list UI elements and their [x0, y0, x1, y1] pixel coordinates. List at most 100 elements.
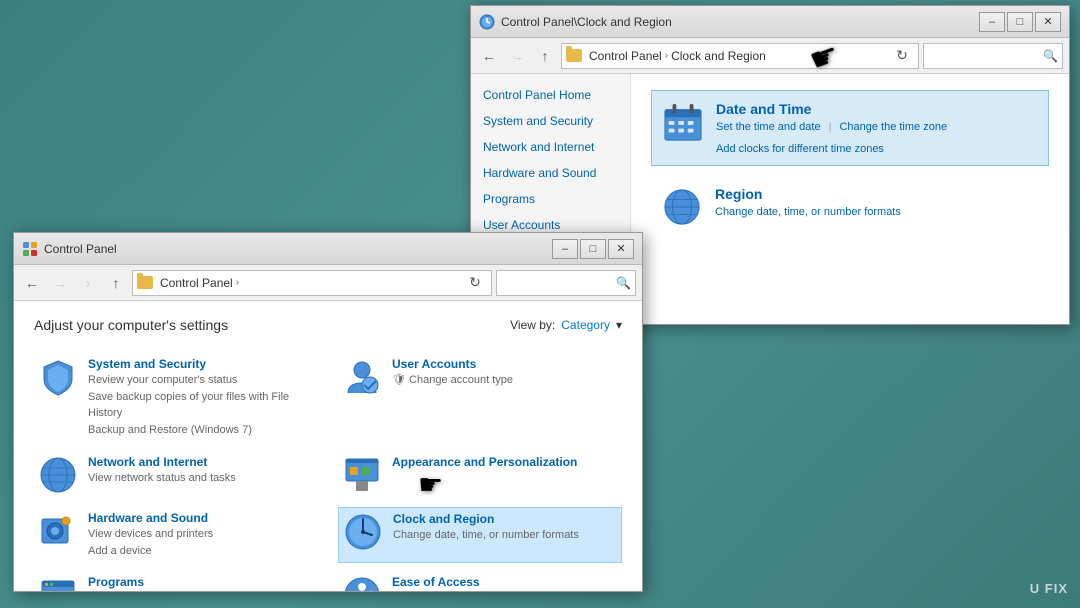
- cp-minimize-button[interactable]: –: [552, 239, 578, 259]
- cp-programs-text: Programs Uninstall a program: [88, 575, 314, 591]
- clock-region-title-bar: Control Panel\Clock and Region – □ ✕: [471, 6, 1069, 38]
- cr-title-bar-buttons: – □ ✕: [979, 12, 1061, 32]
- cp-appearance-text: Appearance and Personalization: [392, 455, 618, 469]
- cr-set-time-link[interactable]: Set the time and date: [716, 121, 821, 135]
- cr-up-button[interactable]: ↑: [533, 44, 557, 68]
- cp-ease-icon: [342, 575, 382, 591]
- cp-header: Adjust your computer's settings View by:…: [34, 317, 622, 333]
- cp-maximize-button[interactable]: □: [580, 239, 606, 259]
- cr-search-box[interactable]: 🔍: [923, 43, 1063, 69]
- cp-network-title[interactable]: Network and Internet: [88, 455, 314, 469]
- cr-region-formats-link[interactable]: Change date, time, or number formats: [715, 206, 901, 218]
- cr-date-time-links: Set the time and date | Change the time …: [716, 121, 1038, 155]
- cr-window-title: Control Panel\Clock and Region: [501, 15, 979, 29]
- cr-sidebar-network-internet[interactable]: Network and Internet: [471, 134, 630, 160]
- cp-view-by-value[interactable]: Category: [561, 318, 610, 332]
- cr-region-content: Region Change date, time, or number form…: [715, 186, 901, 218]
- control-panel-window: Control Panel – □ ✕ ← → › ↑ Control Pane…: [13, 232, 643, 592]
- cp-back-button[interactable]: ←: [20, 271, 44, 295]
- cp-search-icon[interactable]: 🔍: [616, 276, 631, 290]
- cp-main-panel: Adjust your computer's settings View by:…: [14, 301, 642, 591]
- cp-system-security-title[interactable]: System and Security: [88, 357, 314, 371]
- cp-clock-region-text: Clock and Region Change date, time, or n…: [393, 512, 617, 543]
- cp-system-security-sub1: Review your computer's status: [88, 373, 314, 388]
- cp-network-text: Network and Internet View network status…: [88, 455, 314, 486]
- cp-breadcrumb: Control Panel ›: [137, 276, 300, 290]
- cr-sidebar-hardware-sound[interactable]: Hardware and Sound: [471, 160, 630, 186]
- cp-address-input[interactable]: [300, 276, 463, 290]
- cr-sidebar-programs[interactable]: Programs: [471, 186, 630, 212]
- cp-user-accounts-item[interactable]: User Accounts 🛡 Change account type: [338, 353, 622, 443]
- cp-view-by: View by: Category ▾: [510, 318, 622, 332]
- cp-programs-title[interactable]: Programs: [88, 575, 314, 589]
- cr-region-item[interactable]: Region Change date, time, or number form…: [651, 176, 1049, 238]
- cr-address-bar[interactable]: Control Panel › Clock and Region ↻: [561, 43, 919, 69]
- cr-date-time-icon: [662, 101, 704, 143]
- cp-network-sub1: View network status and tasks: [88, 471, 314, 486]
- cp-folder-icon: [137, 276, 153, 289]
- cr-minimize-button[interactable]: –: [979, 12, 1005, 32]
- cp-globe-icon: [38, 455, 78, 495]
- cp-forward2-button[interactable]: ›: [76, 271, 100, 295]
- cp-ease-text: Ease of Access Let Windows suggest setti…: [392, 575, 618, 591]
- cr-search-icon[interactable]: 🔍: [1043, 49, 1058, 63]
- cr-date-time-content: Date and Time Set the time and date | Ch…: [716, 101, 1038, 155]
- cp-title-bar-buttons: – □ ✕: [552, 239, 634, 259]
- cp-forward-button[interactable]: →: [48, 271, 72, 295]
- cp-refresh-button[interactable]: ↻: [463, 271, 487, 295]
- cp-window-title: Control Panel: [44, 242, 552, 256]
- cr-main-content: Date and Time Set the time and date | Ch…: [631, 74, 1069, 324]
- cr-add-clocks-link[interactable]: Add clocks for different time zones: [716, 143, 884, 155]
- cp-hardware-item[interactable]: Hardware and Sound View devices and prin…: [34, 507, 318, 564]
- cp-view-by-label: View by:: [510, 318, 555, 332]
- cp-clock-region-item[interactable]: Clock and Region Change date, time, or n…: [338, 507, 622, 564]
- cp-clock-region-sub1: Change date, time, or number formats: [393, 528, 617, 543]
- cr-sidebar-system-security[interactable]: System and Security: [471, 108, 630, 134]
- cr-close-button[interactable]: ✕: [1035, 12, 1061, 32]
- cp-search-input[interactable]: [501, 276, 616, 290]
- cr-change-timezone-link[interactable]: Change the time zone: [839, 121, 947, 135]
- cp-programs-item[interactable]: Programs Uninstall a program: [34, 571, 318, 591]
- cp-network-item[interactable]: Network and Internet View network status…: [34, 451, 318, 499]
- cp-system-security-sub2: Save backup copies of your files with Fi…: [88, 390, 314, 421]
- cr-window-icon: [479, 14, 495, 30]
- cr-forward-button[interactable]: →: [505, 44, 529, 68]
- cp-ease-item[interactable]: Ease of Access Let Windows suggest setti…: [338, 571, 622, 591]
- cp-close-button[interactable]: ✕: [608, 239, 634, 259]
- cp-content: Adjust your computer's settings View by:…: [14, 301, 642, 591]
- cp-search-box[interactable]: 🔍: [496, 270, 636, 296]
- cp-appearance-item[interactable]: Appearance and Personalization: [338, 451, 622, 499]
- cp-programs-icon: [38, 575, 78, 591]
- cr-date-time-title[interactable]: Date and Time: [716, 101, 1038, 117]
- cp-user-accounts-title[interactable]: User Accounts: [392, 357, 618, 371]
- cr-maximize-button[interactable]: □: [1007, 12, 1033, 32]
- cr-breadcrumb-part2: Clock and Region: [671, 49, 766, 63]
- cr-sidebar-home[interactable]: Control Panel Home: [471, 82, 630, 108]
- cr-region-links: Change date, time, or number formats: [715, 206, 901, 218]
- cp-hardware-sub1: View devices and printers: [88, 527, 314, 542]
- cp-clock-region-title[interactable]: Clock and Region: [393, 512, 617, 526]
- cr-region-title[interactable]: Region: [715, 186, 901, 202]
- cp-user-icon: [342, 357, 382, 397]
- cr-search-input[interactable]: [928, 49, 1043, 63]
- cp-system-security-sub3: Backup and Restore (Windows 7): [88, 423, 314, 438]
- cr-refresh-button[interactable]: ↻: [890, 44, 914, 68]
- cr-date-time-item[interactable]: Date and Time Set the time and date | Ch…: [651, 90, 1049, 166]
- cp-user-accounts-sub1: 🛡 Change account type: [392, 373, 618, 388]
- cp-up-button[interactable]: ↑: [104, 271, 128, 295]
- cr-back-button[interactable]: ←: [477, 44, 501, 68]
- watermark-fix: FIX: [1045, 581, 1068, 596]
- cp-system-security-item[interactable]: System and Security Review your computer…: [34, 353, 318, 443]
- watermark: U FIX: [1030, 581, 1068, 596]
- cp-appearance-title[interactable]: Appearance and Personalization: [392, 455, 618, 469]
- cp-ease-title[interactable]: Ease of Access: [392, 575, 618, 589]
- cr-nav-bar: ← → ↑ Control Panel › Clock and Region ↻…: [471, 38, 1069, 74]
- cp-hardware-sub2: Add a device: [88, 544, 314, 559]
- cp-address-bar[interactable]: Control Panel › ↻: [132, 270, 492, 296]
- cp-hardware-title[interactable]: Hardware and Sound: [88, 511, 314, 525]
- cp-heading: Adjust your computer's settings: [34, 317, 228, 333]
- desktop: Control Panel\Clock and Region – □ ✕ ← →…: [0, 0, 1080, 608]
- cp-breadcrumb-part1: Control Panel: [160, 276, 233, 290]
- cp-clock-icon: [343, 512, 383, 552]
- cp-view-by-chevron: ▾: [616, 318, 622, 332]
